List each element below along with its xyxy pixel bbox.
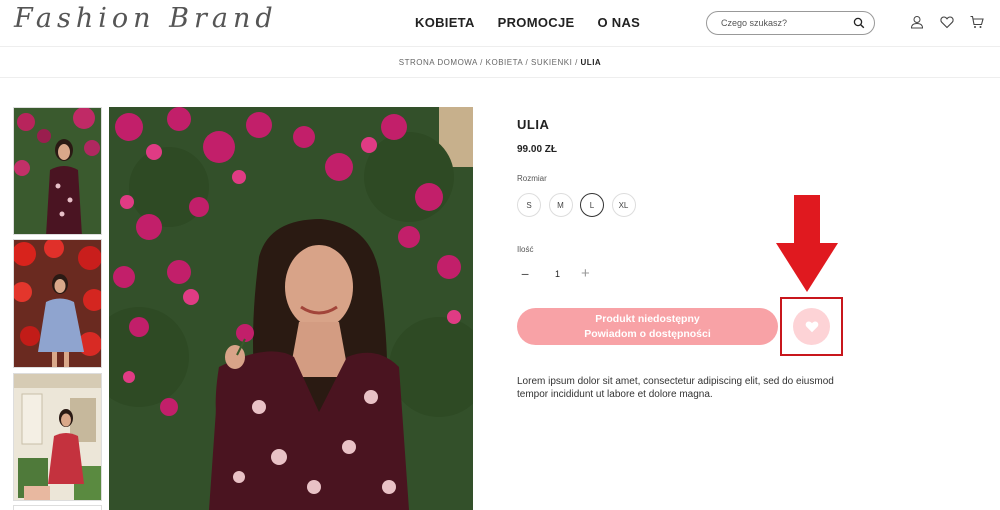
- size-option-xl[interactable]: XL: [611, 193, 636, 217]
- heart-icon[interactable]: [940, 15, 954, 29]
- size-option-s[interactable]: S: [517, 193, 541, 217]
- product-thumbnail-4[interactable]: [13, 505, 102, 510]
- size-option-m[interactable]: M: [548, 193, 573, 217]
- main-image-photo: [109, 107, 473, 510]
- product-thumbnail-1[interactable]: [13, 107, 102, 235]
- product-thumbnail-2[interactable]: [13, 239, 102, 368]
- breadcrumb: STRONA DOMOWA / KOBIETA / SUKIENKI / ULI…: [0, 47, 1000, 78]
- brand-logo[interactable]: Fashion Brand: [14, 3, 278, 34]
- quantity-increase-button[interactable]: +: [581, 265, 590, 282]
- thumbnail-image-1: [14, 108, 101, 234]
- breadcrumb-sukienki[interactable]: SUKIENKI: [531, 58, 572, 67]
- cta-line-1: Produkt niedostępny: [595, 313, 700, 325]
- size-selector: S M L XL: [517, 193, 643, 217]
- quantity-value[interactable]: 1: [555, 269, 560, 279]
- quantity-label: Ilość: [517, 245, 534, 254]
- breadcrumb-separator: /: [525, 58, 529, 67]
- wishlist-highlight-box: [780, 297, 843, 356]
- nav-item-promocje[interactable]: PROMOCJE: [498, 15, 575, 30]
- search-icon[interactable]: [853, 17, 865, 29]
- quantity-decrease-button[interactable]: −: [521, 266, 529, 282]
- heart-filled-icon: [805, 321, 818, 333]
- site-header: Fashion Brand KOBIETA PROMOCJE O NAS: [0, 0, 1000, 47]
- breadcrumb-kobieta[interactable]: KOBIETA: [486, 58, 523, 67]
- add-to-wishlist-button[interactable]: [793, 308, 830, 345]
- thumbnail-image-3: [14, 374, 101, 500]
- product-title: ULIA: [517, 117, 550, 132]
- quantity-stepper: − 1 +: [517, 265, 597, 285]
- main-nav: KOBIETA PROMOCJE O NAS: [415, 15, 663, 30]
- nav-item-kobieta[interactable]: KOBIETA: [415, 15, 475, 30]
- product-thumbnail-3[interactable]: [13, 373, 102, 501]
- thumbnail-image-2: [14, 240, 101, 367]
- product-main-image[interactable]: [109, 107, 473, 510]
- red-arrow-down-icon: [776, 195, 838, 292]
- breadcrumb-separator: /: [480, 58, 483, 67]
- breadcrumb-home[interactable]: STRONA DOMOWA: [399, 58, 478, 67]
- product-description: Lorem ipsum dolor sit amet, consectetur …: [517, 376, 834, 400]
- cart-icon[interactable]: [970, 15, 984, 29]
- size-option-l-selected[interactable]: L: [580, 193, 604, 217]
- product-price: 99.00 ZŁ: [517, 144, 558, 155]
- size-label: Rozmiar: [517, 174, 547, 183]
- breadcrumb-separator: /: [575, 58, 578, 67]
- search-box: [706, 11, 875, 35]
- notify-availability-button[interactable]: Produkt niedostępny Powiadom o dostępnoś…: [517, 308, 778, 345]
- user-icon[interactable]: [910, 15, 924, 29]
- cta-line-2: Powiadom o dostępności: [584, 328, 711, 340]
- breadcrumb-current: ULIA: [580, 58, 602, 67]
- search-input[interactable]: [721, 15, 851, 31]
- nav-item-o-nas[interactable]: O NAS: [597, 15, 640, 30]
